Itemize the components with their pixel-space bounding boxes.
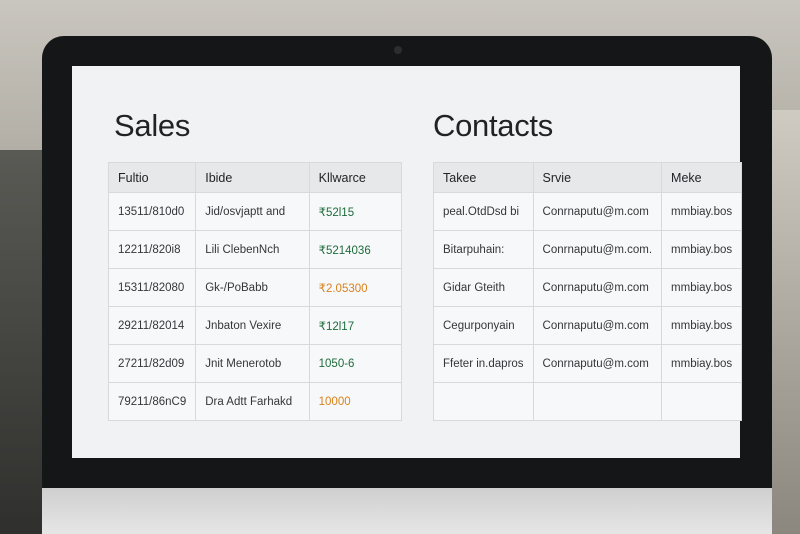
contact-name: Cegurponyain [433,306,534,345]
sales-amount: 1050-6 [308,344,403,383]
sales-id: 29211/82014 [107,306,197,345]
table-row[interactable]: Cegurponyain Conrnaputu@m.com mmbiay.bos [433,306,743,345]
contacts-col-header[interactable]: Takee [433,162,534,193]
sales-id: 27211/82d09 [107,344,197,383]
sales-customer: Jnbaton Vexire [195,306,310,345]
table-row[interactable]: Gidar Gteith Conrnaputu@m.com mmbiay.bos [433,268,743,307]
contact-extra: mmbiay.bos [661,306,743,345]
table-row[interactable]: 79211/86nC9 Dra Adtt Farhakd 10000 [107,382,403,421]
table-row[interactable]: 13511/810d0 Jid/osvjaptt and ₹52l15 [107,192,403,231]
table-row[interactable]: 29211/82014 Jnbaton Vexire ₹12l17 [107,306,403,345]
table-row[interactable]: 15311/82080 Gk-/PoBabb ₹2.05300 [107,268,403,307]
contact-extra [661,382,743,421]
contact-name: Ffeter in.dapros [433,344,534,383]
contacts-col-header[interactable]: Srvie [532,162,663,193]
sales-id: 79211/86nC9 [107,382,197,421]
table-row[interactable]: 27211/82d09 Jnit Menerotob 1050-6 [107,344,403,383]
sales-customer: Lili ClebenNch [195,230,310,269]
camera-icon [394,46,402,54]
sales-amount: 10000 [308,382,403,421]
contact-name: peal.OtdDsd bi [433,192,534,231]
sales-customer: Gk-/PoBabb [195,268,310,307]
sales-col-header[interactable]: Kllwarce [308,162,403,193]
contact-email[interactable]: Conrnaputu@m.com [532,344,663,383]
sales-table: Fultio Ibide Kllwarce 13511/810d0 Jid/os… [107,162,403,421]
contacts-table: Takee Srvie Meke peal.OtdDsd bi Conrnapu… [433,162,743,421]
sales-id: 15311/82080 [107,268,197,307]
monitor: Sales Contacts Fultio Ibide Kllwarce 135… [42,36,772,534]
contact-name: Gidar Gteith [433,268,534,307]
sales-amount: ₹2.05300 [308,268,403,307]
contacts-col-header[interactable]: Meke [661,162,743,193]
contact-email[interactable]: Conrnaputu@m.com [532,268,663,307]
sales-amount: ₹5214036 [308,230,403,269]
contact-email[interactable]: Conrnaputu@m.com [532,306,663,345]
contacts-title: Contacts [433,108,553,143]
sales-amount: ₹52l15 [308,192,403,231]
contact-name: Bitarpuhain: [433,230,534,269]
contact-extra: mmbiay.bos [661,230,743,269]
sales-customer: Dra Adtt Farhakd [195,382,310,421]
sales-id: 13511/810d0 [107,192,197,231]
contacts-header-row: Takee Srvie Meke [433,162,743,193]
table-row[interactable]: Bitarpuhain: Conrnaputu@m.com. mmbiay.bo… [433,230,743,269]
sales-col-header[interactable]: Ibide [195,162,310,193]
screen: Sales Contacts Fultio Ibide Kllwarce 135… [72,66,743,458]
sales-customer: Jnit Menerotob [195,344,310,383]
sales-id: 12211/820i8 [107,230,197,269]
table-row[interactable]: Ffeter in.dapros Conrnaputu@m.com mmbiay… [433,344,743,383]
sales-col-header[interactable]: Fultio [107,162,197,193]
monitor-chin [42,488,772,534]
sales-title: Sales [114,108,191,143]
contact-name [433,382,534,421]
table-row[interactable] [433,382,743,421]
contact-extra: mmbiay.bos [661,192,743,231]
contact-email[interactable] [532,382,663,421]
contact-extra: mmbiay.bos [661,268,743,307]
contact-email[interactable]: Conrnaputu@m.com [532,192,663,231]
contact-extra: mmbiay.bos [661,344,743,383]
sales-customer: Jid/osvjaptt and [195,192,310,231]
sales-amount: ₹12l17 [308,306,403,345]
sales-header-row: Fultio Ibide Kllwarce [107,162,403,193]
table-row[interactable]: peal.OtdDsd bi Conrnaputu@m.com mmbiay.b… [433,192,743,231]
contact-email[interactable]: Conrnaputu@m.com. [532,230,663,269]
table-row[interactable]: 12211/820i8 Lili ClebenNch ₹5214036 [107,230,403,269]
